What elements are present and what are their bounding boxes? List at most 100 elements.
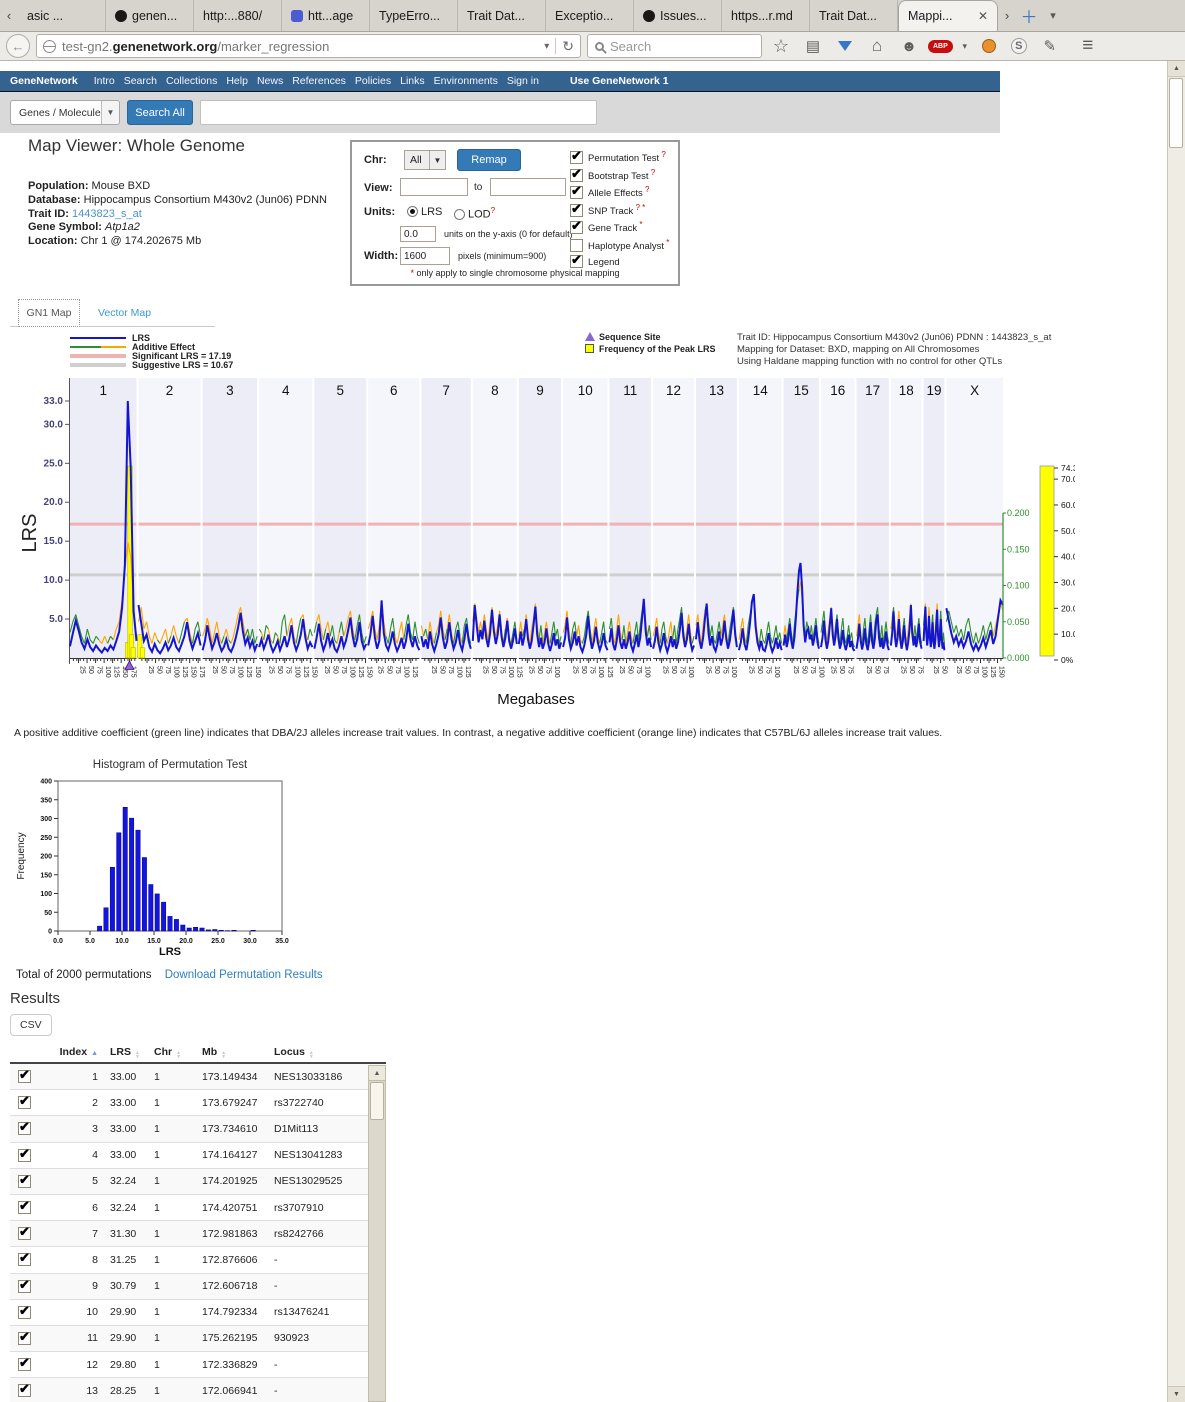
nav-item-sign-in[interactable]: Sign in	[507, 75, 539, 87]
tab-vector-map[interactable]: Vector Map	[98, 299, 151, 327]
chromosome-band-4[interactable]	[259, 378, 312, 658]
checkbox-legend[interactable]: Legend	[570, 255, 620, 268]
home-icon[interactable]: ⌂	[864, 36, 890, 56]
nav-item-search[interactable]: Search	[124, 75, 157, 87]
browser-tab[interactable]: Issues...	[634, 0, 722, 31]
csv-button[interactable]: CSV	[10, 1014, 52, 1036]
row-checkbox[interactable]	[18, 1384, 31, 1397]
browser-tab[interactable]: Mappi...✕	[898, 0, 998, 31]
tab-gn1-map[interactable]: GN1 Map	[18, 299, 80, 327]
chromosome-band-9[interactable]	[519, 378, 561, 658]
nav-item-news[interactable]: News	[257, 75, 283, 87]
browser-tab[interactable]: http:...880/	[194, 0, 282, 31]
tab-scroll-right-icon[interactable]: ›	[998, 0, 1016, 31]
chromosome-band-3[interactable]	[203, 378, 258, 658]
row-checkbox[interactable]	[18, 1280, 31, 1293]
menu-icon[interactable]: ≡	[1075, 35, 1101, 57]
browser-tab[interactable]: https...r.md	[722, 0, 810, 31]
page-scroll-up-icon[interactable]: ▲	[1168, 61, 1185, 77]
row-checkbox[interactable]	[18, 1070, 31, 1083]
units-lod-radio[interactable]: LOD?	[454, 206, 495, 221]
checkbox-bootstrap-test[interactable]: Bootstrap Test ?	[570, 168, 655, 182]
browser-tab[interactable]: Trait Dat...	[810, 0, 898, 31]
tab-close-icon[interactable]: ✕	[978, 9, 988, 23]
tab-scroll-left-icon[interactable]: ‹	[0, 0, 18, 31]
scroll-up-icon[interactable]: ▲	[369, 1066, 385, 1081]
download-icon[interactable]	[838, 41, 852, 51]
checkbox-permutation-test[interactable]: Permutation Test ?	[570, 150, 666, 164]
table-scrollbar[interactable]: ▲	[368, 1065, 386, 1402]
chromosome-band-18[interactable]	[891, 378, 922, 658]
use-genenetwork1-link[interactable]: Use GeneNetwork 1	[570, 75, 669, 87]
checkbox-snp-track[interactable]: SNP Track ? *	[570, 203, 645, 217]
adblock-icon[interactable]: ABP	[928, 40, 953, 53]
checked-checkbox-icon[interactable]	[570, 204, 583, 217]
row-checkbox[interactable]	[18, 1306, 31, 1319]
checkbox-gene-track[interactable]: Gene Track *	[570, 220, 642, 234]
site-search-input[interactable]	[200, 100, 597, 125]
column-header-index[interactable]: Index▲	[54, 1046, 110, 1058]
chromosome-band-14[interactable]	[739, 378, 782, 658]
search-category-select[interactable]: Genes / Molecules ▼	[10, 100, 120, 125]
nav-item-links[interactable]: Links	[400, 75, 425, 87]
chromosome-band-5[interactable]	[314, 378, 366, 658]
back-button[interactable]: ←	[6, 34, 30, 58]
chromosome-band-15[interactable]	[784, 378, 819, 658]
nav-item-environments[interactable]: Environments	[434, 75, 498, 87]
adblock-caret-icon[interactable]: ▾	[959, 41, 971, 52]
new-tab-button[interactable]: ＋	[1016, 0, 1042, 31]
view-from-input[interactable]	[400, 178, 468, 196]
column-header-mb[interactable]: Mb▲▼	[202, 1046, 274, 1059]
nav-item-help[interactable]: Help	[226, 75, 248, 87]
column-header-locus[interactable]: Locus▲▼	[274, 1046, 368, 1059]
checkbox-allele-effects[interactable]: Allele Effects ?	[570, 185, 649, 199]
browser-tab[interactable]: TypeErro...	[370, 0, 458, 31]
chromosome-band-7[interactable]	[421, 378, 470, 658]
browser-tab[interactable]: htt...age	[282, 0, 370, 31]
reload-icon[interactable]: ↻	[562, 38, 574, 55]
chromosome-band-17[interactable]	[856, 378, 888, 658]
row-checkbox[interactable]	[18, 1332, 31, 1345]
download-permutation-link[interactable]: Download Permutation Results	[165, 969, 323, 981]
url-dropdown-icon[interactable]: ▾	[544, 41, 549, 52]
all-tabs-icon[interactable]: ▾	[1042, 0, 1064, 31]
view-to-input[interactable]	[490, 178, 566, 196]
page-scrollbar[interactable]: ▲ ▼	[1167, 61, 1185, 1402]
yaxis-units-input[interactable]	[400, 226, 436, 242]
row-checkbox[interactable]	[18, 1122, 31, 1135]
nav-item-policies[interactable]: Policies	[355, 75, 391, 87]
bookmarks-icon[interactable]: ▤	[800, 37, 826, 55]
nav-item-intro[interactable]: Intro	[94, 75, 115, 87]
site-brand[interactable]: GeneNetwork	[10, 75, 78, 87]
row-checkbox[interactable]	[18, 1149, 31, 1162]
feedback-icon[interactable]: ☻	[896, 38, 922, 55]
browser-tab[interactable]: asic ...	[18, 0, 106, 31]
browser-tab[interactable]: Trait Dat...	[458, 0, 546, 31]
page-scrollbar-thumb[interactable]	[1169, 78, 1183, 148]
row-checkbox[interactable]	[18, 1096, 31, 1109]
chr-select[interactable]: All ▼	[404, 150, 446, 170]
row-checkbox[interactable]	[18, 1201, 31, 1214]
column-header-lrs[interactable]: LRS▲▼	[110, 1046, 154, 1059]
table-scrollbar-thumb[interactable]	[370, 1082, 384, 1120]
remap-button[interactable]: Remap	[457, 149, 521, 171]
row-checkbox[interactable]	[18, 1175, 31, 1188]
s-extension-icon[interactable]: S	[1011, 38, 1027, 54]
proxy-icon[interactable]	[982, 39, 996, 53]
width-input[interactable]	[400, 247, 450, 265]
chromosome-band-X[interactable]	[946, 378, 1003, 658]
chromosome-band-2[interactable]	[139, 378, 201, 658]
browser-search-field[interactable]: Search	[587, 34, 762, 58]
checkbox-haplotype-analyst[interactable]: Haplotype Analyst *	[570, 238, 669, 252]
chromosome-band-8[interactable]	[473, 378, 517, 658]
nav-item-collections[interactable]: Collections	[166, 75, 217, 87]
page-scroll-down-icon[interactable]: ▼	[1168, 1386, 1185, 1402]
chromosome-band-12[interactable]	[653, 378, 694, 658]
browser-tab[interactable]: genen...	[106, 0, 194, 31]
chromosome-band-16[interactable]	[821, 378, 854, 658]
checked-checkbox-icon[interactable]	[570, 255, 583, 268]
column-header-chr[interactable]: Chr▲▼	[154, 1046, 202, 1059]
edit-icon[interactable]: ✎	[1037, 37, 1063, 55]
url-bar[interactable]: test-gn2.genenetwork.org/marker_regressi…	[36, 34, 581, 58]
row-checkbox[interactable]	[18, 1358, 31, 1371]
